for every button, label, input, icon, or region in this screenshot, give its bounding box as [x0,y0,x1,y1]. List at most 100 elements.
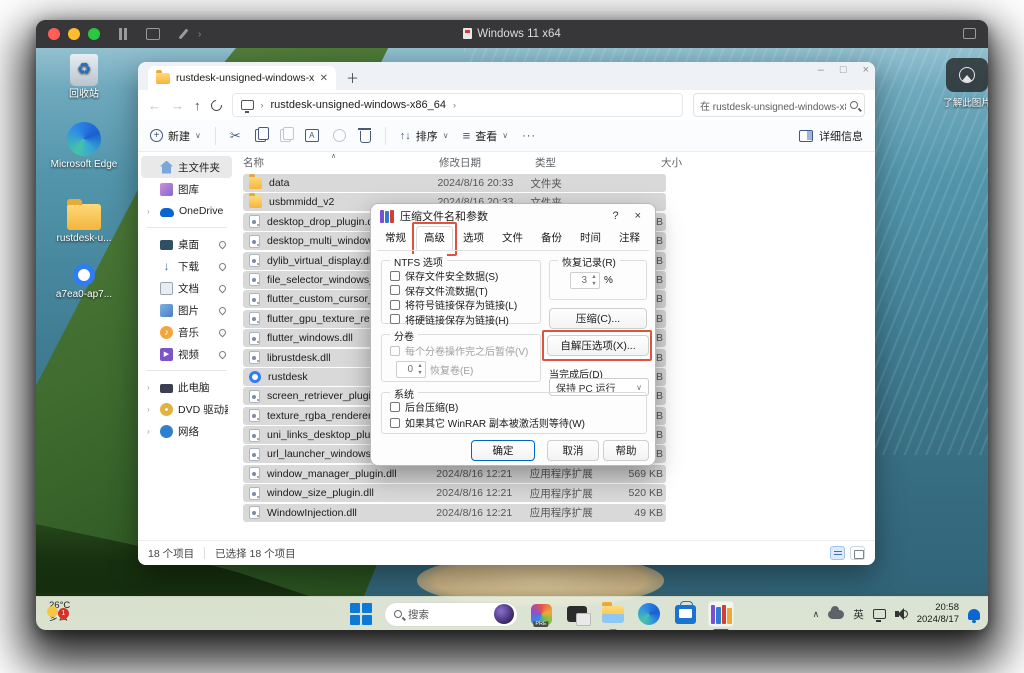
desktop-icon-recycle-bin[interactable]: ♻ 回收站 [48,54,120,101]
close-button[interactable]: × [863,64,869,76]
sfx-options-button[interactable]: 自解压选项(X)... [547,335,649,356]
file-row[interactable]: data 2024/8/16 20:33 文件夹 [243,174,666,192]
dialog-tab-文件[interactable]: 文件 [494,226,531,250]
taskbar-icon-file-explorer[interactable] [600,601,626,630]
breadcrumb[interactable]: › rustdesk-unsigned-windows-x86_64 › [231,93,683,117]
details-view-icon[interactable] [830,546,845,560]
refresh-icon[interactable] [208,97,224,113]
desktop-icon-edge[interactable]: Microsoft Edge [48,122,120,171]
tab-close-icon[interactable]: ✕ [320,73,328,84]
help-button[interactable]: 帮助 [603,440,649,461]
desktop-icon-rustdesk[interactable]: a7ea0-ap7... [48,264,120,301]
dialog-tab-备份[interactable]: 备份 [533,226,570,250]
file-row[interactable]: window_manager_plugin.dll 2024/8/16 12:21… [243,464,666,483]
delete-icon[interactable] [357,128,371,143]
start-button[interactable] [348,601,374,627]
sidebar-item-pictures[interactable]: 图片 [141,299,232,321]
details-pane-button[interactable]: 详细信息 [799,128,863,144]
ntfs-option-2[interactable]: 将符号链接保存为链接(L) [390,297,517,312]
sidebar-item-videos[interactable]: ▶ 视频 [141,343,232,365]
column-size[interactable]: 大小 [631,155,682,170]
up-icon[interactable]: ↑ [194,98,201,113]
sidebar-item-music[interactable]: ♪ 音乐 [141,321,232,343]
taskbar-icon-winrar[interactable] [708,601,734,630]
share-icon[interactable] [332,129,346,142]
new-button[interactable]: + 新建 ∨ [150,128,201,144]
dialog-tab-高级[interactable]: 高级 [412,222,457,256]
chevron-right-icon[interactable]: › [147,405,155,414]
explorer-tab[interactable]: rustdesk-unsigned-windows-x ✕ [148,66,336,90]
network-icon[interactable] [872,609,886,622]
sidebar-item-home[interactable]: 主文件夹 [141,156,232,178]
dialog-tab-常规[interactable]: 常规 [377,226,414,250]
checkbox-label: 保存文件流数据(T) [405,286,488,298]
screenshot-stage: › Windows 11 x64 ♻ 回收站 Microsoft Edge rustd… [0,0,1024,673]
column-type[interactable]: 类型 [535,155,631,170]
notification-bell-icon[interactable] [968,608,980,623]
winrar-icon [380,209,394,223]
dialog-tabs: 常规 高级 选项 文件 备份 时间 注释 [377,222,649,256]
weather-widget[interactable]: 1 26°C 多云 [44,600,70,625]
sidebar-item-gallery[interactable]: 图库 [141,178,232,200]
vm-display-icon[interactable] [963,28,976,39]
taskbar-icon-edge[interactable] [636,601,662,627]
sidebar-item-network[interactable]: › 网络 [141,420,232,442]
new-tab-button[interactable]: ＋ [346,68,359,90]
minimize-button[interactable]: – [818,64,824,76]
dialog-tab-时间[interactable]: 时间 [572,226,609,250]
cancel-button[interactable]: 取消 [547,440,599,461]
sidebar-item-dvd[interactable]: › DVD 驱动器 (D:) CC [141,398,232,420]
spotlight-widget[interactable]: 了解此图片 [935,58,988,109]
file-row[interactable]: WindowInjection.dll 2024/8/16 12:21 应用程序扩展… [243,503,666,522]
thumbnail-view-icon[interactable] [850,546,865,560]
taskbar-search[interactable]: 搜索 [384,601,518,627]
hidden-icons-chevron[interactable]: ∧ [813,609,820,620]
forward-icon[interactable]: → [171,98,184,113]
volume-icon[interactable] [894,608,908,620]
system-option-0[interactable]: 后台压缩(B) [390,399,458,414]
sidebar-item-desktop[interactable]: 桌面 [141,233,232,255]
sidebar-item-downloads[interactable]: ↓ 下载 [141,255,232,277]
column-name[interactable]: 名称 [243,155,439,170]
taskbar-icon-photos-preview[interactable]: PRE [528,601,554,627]
copy-icon[interactable] [254,126,270,142]
column-date[interactable]: 修改日期 [439,155,535,170]
ok-button[interactable]: 确定 [471,440,535,461]
chevron-right-icon[interactable]: › [147,427,155,436]
sidebar-item-documents[interactable]: 文档 [141,277,232,299]
file-row[interactable]: window_size_plugin.dll 2024/8/16 12:21 应用程… [243,484,666,503]
sort-button[interactable]: ↑↓ 排序 ∨ [400,128,449,144]
taskbar-icon-task-view[interactable] [564,601,591,627]
ntfs-option-0[interactable]: 保存文件安全数据(S) [390,268,498,283]
ime-indicator[interactable]: 英 [853,607,864,622]
ntfs-option-3[interactable]: 将硬链接保存为链接(H) [390,312,509,327]
help-icon[interactable]: ? [607,210,623,222]
onedrive-icon [160,208,174,217]
sidebar-item-pc[interactable]: › 此电脑 [141,376,232,398]
search-input[interactable]: 在 rustdesk-unsigned-windows-x86_ [693,93,865,117]
recovery-volumes-spinner[interactable]: 0 ▲ ▼ [396,361,426,378]
compression-button[interactable]: 压缩(C)... [549,308,647,329]
desktop-icon-folder[interactable]: rustdesk-u... [48,198,120,245]
more-button[interactable]: ··· [522,130,536,142]
system-option-1[interactable]: 如果其它 WinRAR 副本被激活则等待(W) [390,415,585,430]
dialog-tab-注释[interactable]: 注释 [611,226,648,250]
recovery-record-spinner[interactable]: 3 ▲ ▼ [570,272,600,289]
paste-icon[interactable] [279,126,295,142]
chevron-right-icon[interactable]: › [147,207,155,216]
back-icon[interactable]: ← [148,98,161,113]
chevron-right-icon[interactable]: › [147,383,155,392]
view-button[interactable]: ≡ 查看 ∨ [463,128,508,144]
pause-after-volume-option[interactable]: 每个分卷操作完之后暂停(V) [390,343,528,358]
ntfs-option-1[interactable]: 保存文件流数据(T) [390,283,488,298]
cut-icon[interactable]: ✂ [230,128,241,144]
breadcrumb-path[interactable]: rustdesk-unsigned-windows-x86_64 [271,99,446,111]
clock[interactable]: 20:58 2024/8/17 [917,602,959,627]
sidebar-item-onedrive[interactable]: › OneDrive [141,200,232,222]
dialog-close-icon[interactable]: × [630,210,646,222]
dialog-tab-选项[interactable]: 选项 [455,226,492,250]
taskbar-icon-microsoft-store[interactable] [672,600,698,627]
rename-icon[interactable]: A [304,129,319,142]
maximize-button[interactable]: □ [840,64,847,76]
cloud-tray-icon[interactable] [828,605,845,619]
